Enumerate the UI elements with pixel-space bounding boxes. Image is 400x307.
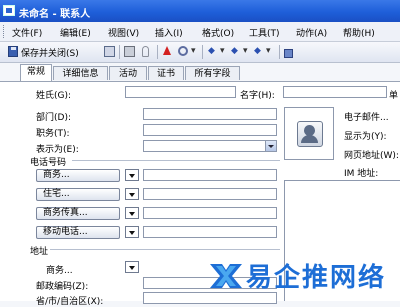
print-icon[interactable] <box>124 46 135 57</box>
file-as-label: 表示为(E): <box>36 145 79 155</box>
department-label: 部门(D): <box>36 113 71 123</box>
contact-photo-button[interactable] <box>284 107 334 160</box>
department-input[interactable] <box>143 108 277 120</box>
menu-edit[interactable]: 编辑(E) <box>60 26 91 39</box>
section-divider <box>50 249 280 250</box>
next-item-icon[interactable]: ◆ <box>231 46 238 56</box>
business-fax-input[interactable] <box>143 207 277 219</box>
menu-format[interactable]: 格式(O) <box>202 26 234 39</box>
menu-insert[interactable]: 插入(I) <box>155 26 183 39</box>
chevron-down-icon[interactable]: ▾ <box>220 46 225 56</box>
menu-actions[interactable]: 动作(A) <box>296 26 327 39</box>
chevron-down-icon[interactable]: ▾ <box>191 46 196 56</box>
save-icon <box>8 46 18 57</box>
watermark: 易企推网络 <box>204 252 400 300</box>
window-title-bar[interactable]: 未命名 - 联系人 <box>0 0 400 22</box>
file-as-select[interactable] <box>143 140 277 152</box>
save-and-close-button[interactable]: 保存并关闭(S) <box>6 45 86 59</box>
contact-picture-icon <box>297 121 323 147</box>
save-and-close-label: 保存并关闭(S) <box>21 49 79 59</box>
business-phone-button[interactable]: 商务... <box>36 169 120 182</box>
im-address-label: IM 地址: <box>344 169 379 179</box>
address-section-title: 地址 <box>30 247 49 257</box>
business-fax-button[interactable]: 商务传真... <box>36 207 120 220</box>
business-phone-input[interactable] <box>143 169 277 181</box>
job-title-input[interactable] <box>143 124 277 136</box>
menu-bar: 文件(F) 编辑(E) 视图(V) 插入(I) 格式(O) 工具(T) 动作(A… <box>0 22 400 42</box>
menu-help[interactable]: 帮助(H) <box>343 26 375 39</box>
tab-certificates[interactable]: 证书 <box>148 66 184 80</box>
given-name-label: 名字(H): <box>240 91 275 101</box>
display-as-label: 显示为(Y): <box>344 132 387 142</box>
menu-file[interactable]: 文件(F) <box>12 26 42 39</box>
surname-label: 姓氏(G): <box>36 91 72 101</box>
tab-details[interactable]: 详细信息 <box>53 66 108 80</box>
middle-name-label: 单 <box>389 91 399 101</box>
tab-activities[interactable]: 活动 <box>109 66 147 80</box>
state-label: 省/市/自治区(X): <box>36 297 104 307</box>
previous-item-icon[interactable]: ◆ <box>208 46 215 56</box>
menu-view[interactable]: 视图(V) <box>108 26 139 39</box>
follow-up-icon[interactable] <box>178 46 188 56</box>
home-phone-input[interactable] <box>143 188 277 200</box>
mobile-phone-dropdown[interactable] <box>125 226 139 238</box>
mobile-phone-input[interactable] <box>143 226 277 238</box>
attach-icon[interactable] <box>142 46 149 57</box>
contact-app-icon <box>3 5 15 16</box>
email-button[interactable]: 电子邮件... <box>344 110 389 123</box>
toolbar-separator <box>202 45 203 59</box>
watermark-text: 易企推网络 <box>246 263 387 293</box>
window-title: 未命名 - 联系人 <box>19 9 91 20</box>
toolbar-options-icon[interactable] <box>284 49 293 58</box>
job-title-label: 职务(T): <box>36 129 70 139</box>
toolbar-separator <box>119 45 120 59</box>
section-divider <box>72 160 280 161</box>
menu-grip <box>3 25 7 38</box>
web-page-label: 网页地址(W): <box>344 151 399 161</box>
home-phone-dropdown[interactable] <box>125 188 139 200</box>
save-as-icon[interactable] <box>104 46 115 57</box>
mobile-phone-button[interactable]: 移动电话... <box>36 226 120 239</box>
surname-input[interactable] <box>125 86 236 98</box>
home-phone-button[interactable]: 住宅... <box>36 188 120 201</box>
address-type-dropdown[interactable] <box>125 261 139 273</box>
contact-nav-icon[interactable]: ◆ <box>254 46 261 56</box>
address-type-label[interactable]: 商务... <box>46 263 73 276</box>
chevron-down-icon[interactable]: ▾ <box>266 46 271 56</box>
business-fax-dropdown[interactable] <box>125 207 139 219</box>
menu-tools[interactable]: 工具(T) <box>249 26 280 39</box>
tab-strip: 常规 详细信息 活动 证书 所有字段 <box>0 63 400 81</box>
business-phone-dropdown[interactable] <box>125 169 139 181</box>
given-name-input[interactable] <box>283 86 387 98</box>
watermark-logo-icon <box>210 264 242 288</box>
phone-section-title: 电话号码 <box>30 158 67 168</box>
chevron-down-icon <box>265 141 276 151</box>
chevron-down-icon[interactable]: ▾ <box>243 46 248 56</box>
tab-general[interactable]: 常规 <box>20 64 52 81</box>
toolbar-separator <box>157 45 158 59</box>
toolbar: 保存并关闭(S) ▾ ◆ ▾ ◆ ▾ ◆ ▾ <box>0 42 400 63</box>
flag-icon[interactable] <box>163 46 171 55</box>
toolbar-separator <box>279 45 280 59</box>
tab-all-fields[interactable]: 所有字段 <box>185 66 240 80</box>
zip-code-label: 邮政编码(Z): <box>36 282 89 292</box>
